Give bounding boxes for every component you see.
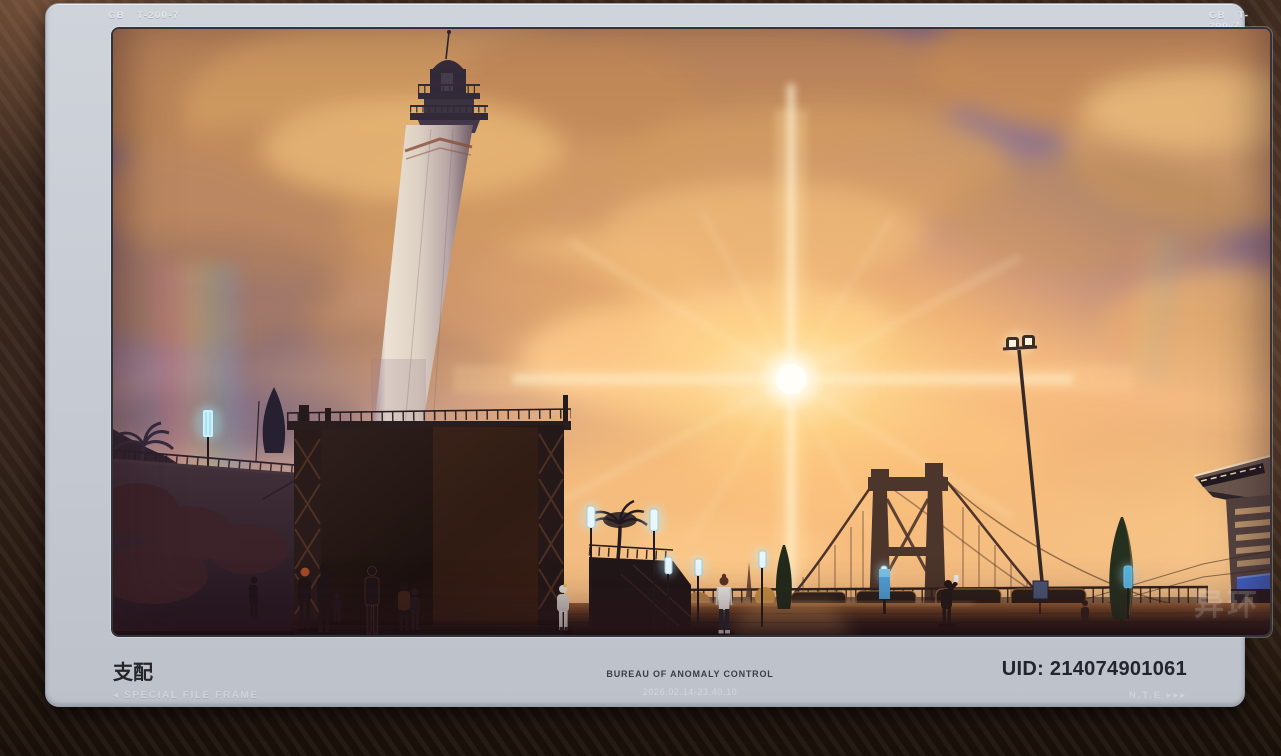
- frame-title-cn: 支配: [113, 656, 153, 685]
- frame-serial-code: GB: [1209, 10, 1226, 21]
- frame-serial-model: T-200-7: [137, 10, 180, 21]
- bureau-label: BUREAU OF ANOMALY CONTROL: [570, 669, 810, 679]
- capture-timestamp: 2026.02.14-23.40.10: [570, 687, 810, 697]
- frame-type-label: ◂ SPECIAL FILE FRAME: [113, 690, 259, 701]
- frame-serial-top-left: GB T-200-7: [108, 10, 180, 21]
- frame-serial-code: GB: [108, 10, 125, 21]
- photo-screenshot: 异环: [111, 27, 1272, 637]
- sunset-harbor-scene: [113, 29, 1270, 635]
- nte-code-label: N.T.E ▸▸▸: [1129, 690, 1187, 701]
- game-logo-watermark: 异环: [1194, 580, 1260, 624]
- uid-label: UID: 214074901061: [1002, 658, 1187, 681]
- frame-center-caption: BUREAU OF ANOMALY CONTROL 2026.02.14-23.…: [570, 669, 810, 697]
- screenshot-stage: GB T-200-7 GB T-200-7: [0, 0, 1281, 756]
- special-file-frame-card: GB T-200-7 GB T-200-7: [45, 3, 1245, 707]
